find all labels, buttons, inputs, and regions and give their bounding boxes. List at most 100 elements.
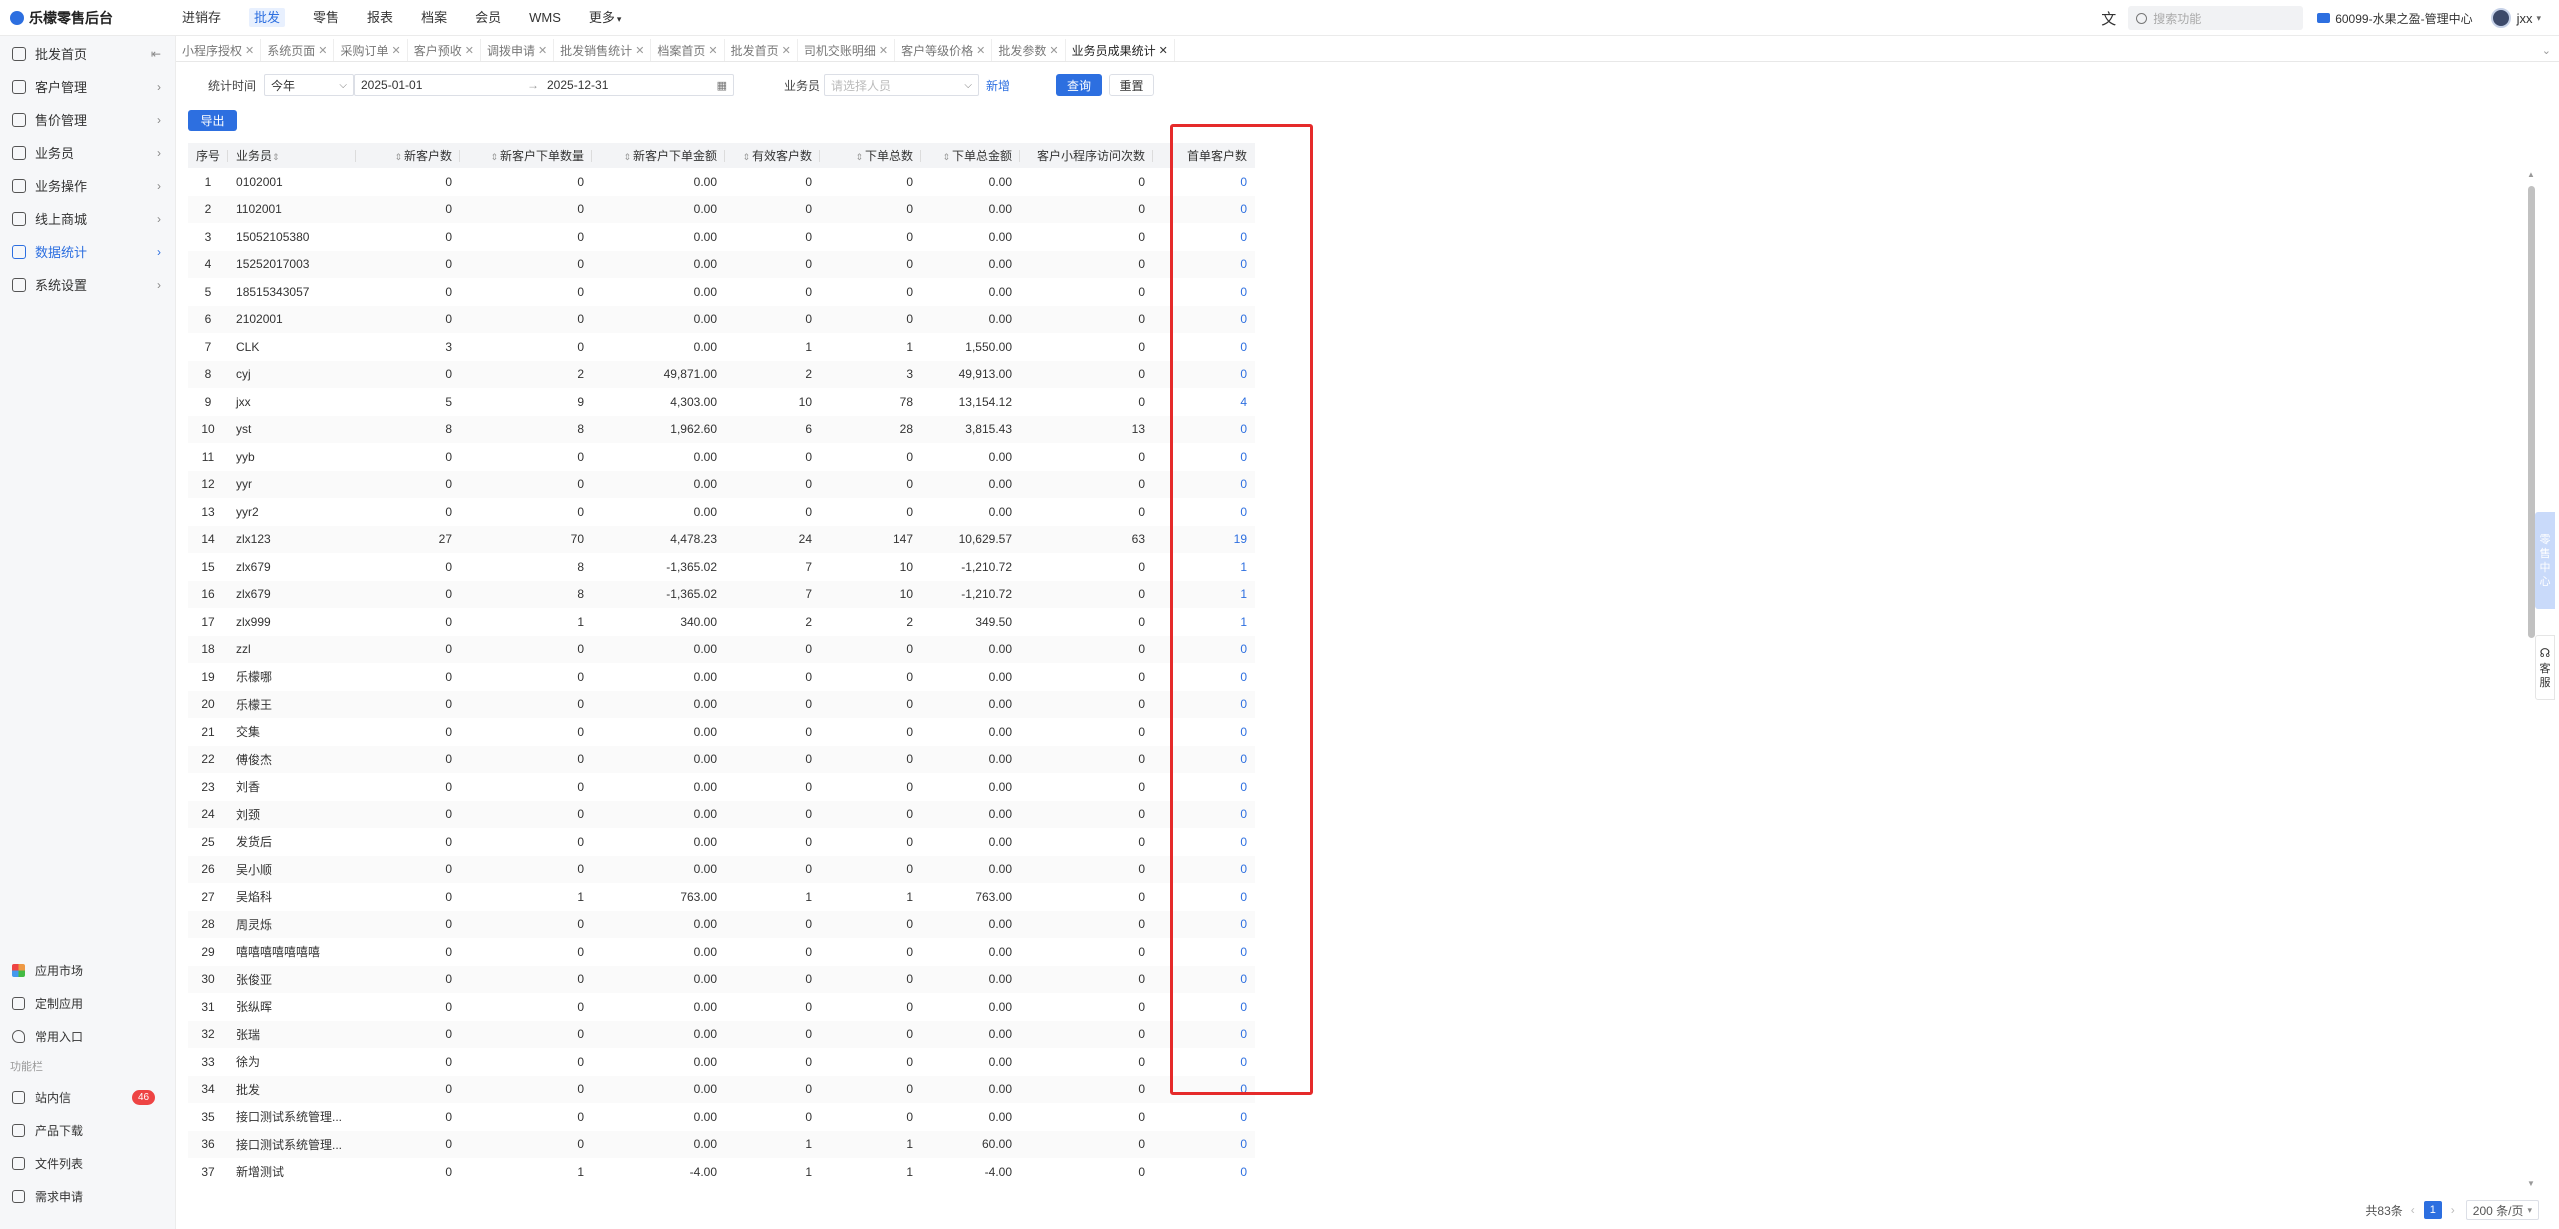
store-switcher[interactable]: 60099-水果之盈-管理中心 <box>2317 10 2473 27</box>
table-cell[interactable]: 0 <box>1153 1131 1255 1159</box>
tab-9[interactable]: 客户等级价格 ✕ <box>895 39 993 61</box>
sidebar-tool-0[interactable]: 站内信 46 <box>0 1081 176 1114</box>
table-cell: 0 <box>445 697 453 712</box>
sort-icon[interactable]: ⇕ <box>742 152 750 162</box>
date-end[interactable]: 2025-12-31 <box>547 78 608 92</box>
sidebar-tool-3[interactable]: 需求申请 <box>0 1180 176 1213</box>
add-salesman-link[interactable]: 新增 <box>986 77 1010 94</box>
sort-icon[interactable]: ⇕ <box>394 152 402 162</box>
collapse-icon[interactable]: ⇤ <box>151 47 161 61</box>
sidebar-app-2[interactable]: 常用入口 <box>0 1020 176 1053</box>
close-icon[interactable]: ✕ <box>1049 44 1058 57</box>
search-input[interactable]: 搜索功能 <box>2128 6 2304 30</box>
app-logo[interactable]: 乐檬零售后台 <box>10 0 113 36</box>
sidebar-item-1[interactable]: 客户管理 › <box>0 70 175 103</box>
sidebar-item-5[interactable]: 线上商城 › <box>0 202 175 235</box>
close-icon[interactable]: ✕ <box>976 44 985 57</box>
sidebar-item-0[interactable]: 批发首页 ⇤ <box>0 37 175 70</box>
sidebar-item-7[interactable]: 系统设置 › <box>0 268 175 301</box>
table-cell: 8 <box>577 587 585 602</box>
close-icon[interactable]: ✕ <box>708 44 717 57</box>
sidebar-app-1[interactable]: 定制应用 <box>0 987 176 1020</box>
sidebar-app-0[interactable]: 应用市场 <box>0 954 176 987</box>
sidebar-tool-2[interactable]: 文件列表 <box>0 1147 176 1180</box>
tab-11[interactable]: 业务员成果统计 ✕ <box>1066 39 1175 61</box>
sidebar-item-6[interactable]: 数据统计 › <box>0 235 175 268</box>
column-header-1[interactable]: 业务员⇕ <box>228 143 357 168</box>
tab-0[interactable]: 小程序授权 ✕ <box>176 39 262 61</box>
nav-item-3[interactable]: 报表 <box>367 0 393 36</box>
salesman-select[interactable]: 请选择人员 ⌵ <box>824 74 979 96</box>
nav-item-1[interactable]: 批发 <box>249 0 286 36</box>
sidebar-item-4[interactable]: 业务操作 › <box>0 169 175 202</box>
tab-1[interactable]: 系统页面 ✕ <box>261 39 335 61</box>
tab-8[interactable]: 司机交账明细 ✕ <box>798 39 896 61</box>
table-cell: 0 <box>1138 999 1146 1014</box>
close-icon[interactable]: ✕ <box>391 44 400 57</box>
tab-4[interactable]: 调拨申请 ✕ <box>481 39 555 61</box>
sort-icon[interactable]: ⇕ <box>942 152 950 162</box>
sort-icon[interactable]: ⇕ <box>272 152 280 162</box>
table-cell: 0 <box>1138 697 1146 712</box>
close-icon[interactable]: ✕ <box>1159 44 1168 57</box>
scrollbar-thumb[interactable] <box>2528 186 2535 638</box>
close-icon[interactable]: ✕ <box>318 44 327 57</box>
query-button[interactable]: 查询 <box>1056 74 1102 96</box>
date-range-picker[interactable]: 2025-01-01 → 2025-12-31 ▦ <box>354 74 734 96</box>
close-icon[interactable]: ✕ <box>782 44 791 57</box>
prev-page-icon[interactable]: ‹ <box>2411 1203 2415 1217</box>
table-cell: 0 <box>805 174 813 189</box>
nav-item-2[interactable]: 零售 <box>313 0 339 36</box>
close-icon[interactable]: ✕ <box>879 44 888 57</box>
column-header-8: 客户小程序访问次数 <box>1020 143 1154 168</box>
table-cell[interactable]: 0 <box>1153 1103 1255 1131</box>
tab-10[interactable]: 批发参数 ✕ <box>992 39 1066 61</box>
next-page-icon[interactable]: › <box>2451 1203 2455 1217</box>
period-select[interactable]: 今年 ⌵ <box>264 74 354 96</box>
page-1-button[interactable]: 1 <box>2423 1201 2442 1219</box>
scroll-up-icon[interactable]: ▲ <box>2527 170 2535 179</box>
close-icon[interactable]: ✕ <box>538 44 547 57</box>
sort-icon[interactable]: ⇕ <box>490 152 498 162</box>
table-cell: 31 <box>201 999 215 1014</box>
nav-item-0[interactable]: 进销存 <box>182 0 221 36</box>
tab-5[interactable]: 批发销售统计 ✕ <box>554 39 652 61</box>
tab-7[interactable]: 批发首页 ✕ <box>725 39 798 61</box>
nav-item-5[interactable]: 会员 <box>475 0 501 36</box>
table-cell[interactable]: 0 <box>1153 1158 1255 1186</box>
column-header-7[interactable]: ⇕ 下单总金额 <box>921 143 1021 168</box>
nav-item-4[interactable]: 档案 <box>421 0 447 36</box>
sidebar-tool-1[interactable]: 产品下载 <box>0 1114 176 1147</box>
nav-item-6[interactable]: WMS <box>529 0 561 36</box>
close-icon[interactable]: ✕ <box>465 44 474 57</box>
table-cell: zlx123 <box>236 532 271 547</box>
customer-service-float-button[interactable]: ☊ 客服 <box>2535 635 2555 700</box>
sort-icon[interactable]: ⇕ <box>623 152 631 162</box>
column-header-4[interactable]: ⇕ 新客户下单金额 <box>592 143 726 168</box>
sidebar-item-2[interactable]: 售价管理 › <box>0 103 175 136</box>
column-header-3[interactable]: ⇕ 新客户下单数量 <box>460 143 593 168</box>
scroll-down-icon[interactable]: ▼ <box>2527 1179 2535 1188</box>
column-header-5[interactable]: ⇕ 有效客户数 <box>725 143 821 168</box>
sidebar-item-3[interactable]: 业务员 › <box>0 136 175 169</box>
table-cell: 0 <box>577 999 585 1014</box>
close-icon[interactable]: ✕ <box>245 44 254 57</box>
reset-button[interactable]: 重置 <box>1109 74 1154 96</box>
tab-6[interactable]: 档案首页 ✕ <box>651 39 725 61</box>
table-cell: 0.00 <box>988 999 1013 1014</box>
retail-center-float-button[interactable]: 零售中心 <box>2535 512 2555 609</box>
tab-2[interactable]: 采购订单 ✕ <box>334 39 408 61</box>
page-size-select[interactable]: 200 条/页 ▾ <box>2465 1200 2539 1220</box>
column-header-6[interactable]: ⇕ 下单总数 <box>820 143 922 168</box>
translate-icon[interactable]: 文 <box>2101 8 2116 29</box>
tab-3[interactable]: 客户预收 ✕ <box>408 39 481 61</box>
table-cell: 0 <box>1138 477 1146 492</box>
chevron-down-icon[interactable]: ⌄ <box>2542 44 2551 57</box>
export-button[interactable]: 导出 <box>188 110 237 131</box>
column-header-2[interactable]: ⇕ 新客户数 <box>356 143 461 168</box>
user-menu[interactable]: jxx ▾ <box>2490 8 2541 28</box>
date-start[interactable]: 2025-01-01 <box>361 78 422 92</box>
close-icon[interactable]: ✕ <box>635 44 644 57</box>
sort-icon[interactable]: ⇕ <box>855 152 863 162</box>
nav-item-7[interactable]: 更多 ▾ <box>589 0 622 36</box>
